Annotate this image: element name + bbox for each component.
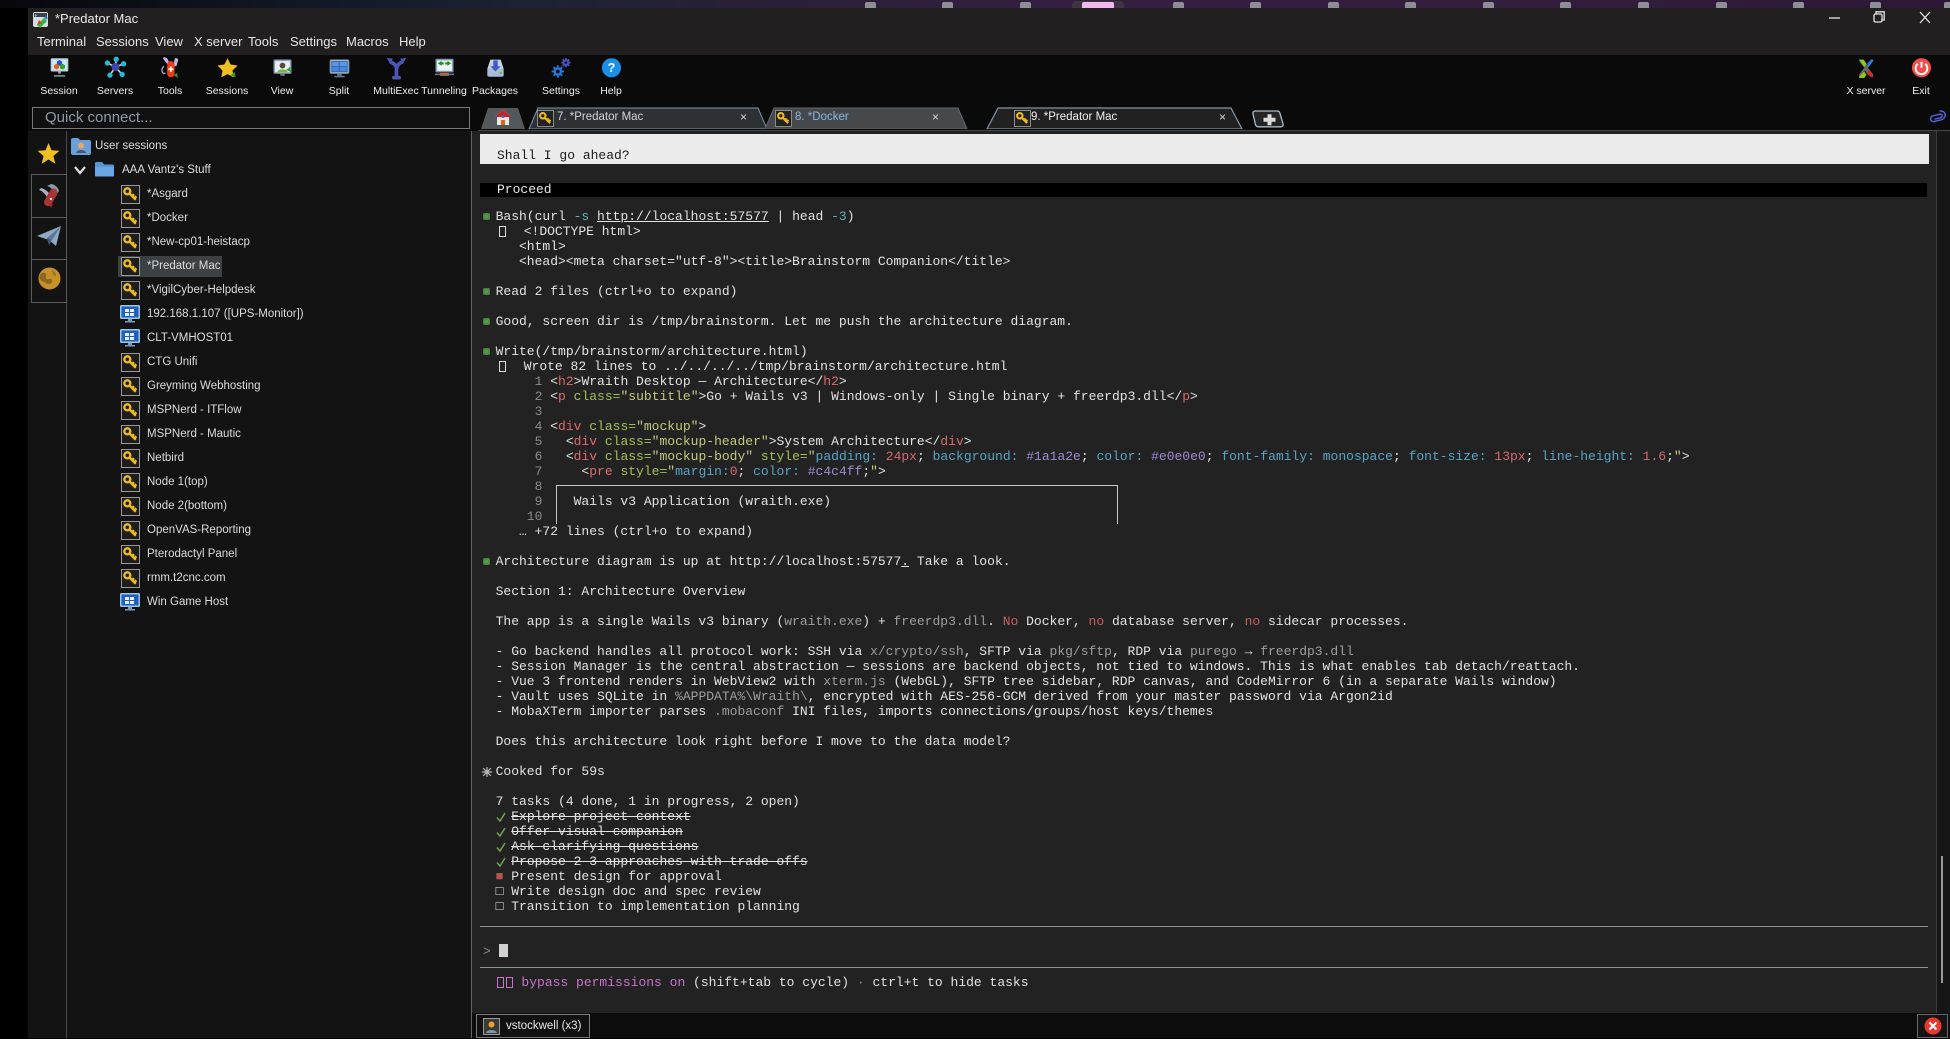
svg-text:?: ? — [607, 61, 615, 75]
